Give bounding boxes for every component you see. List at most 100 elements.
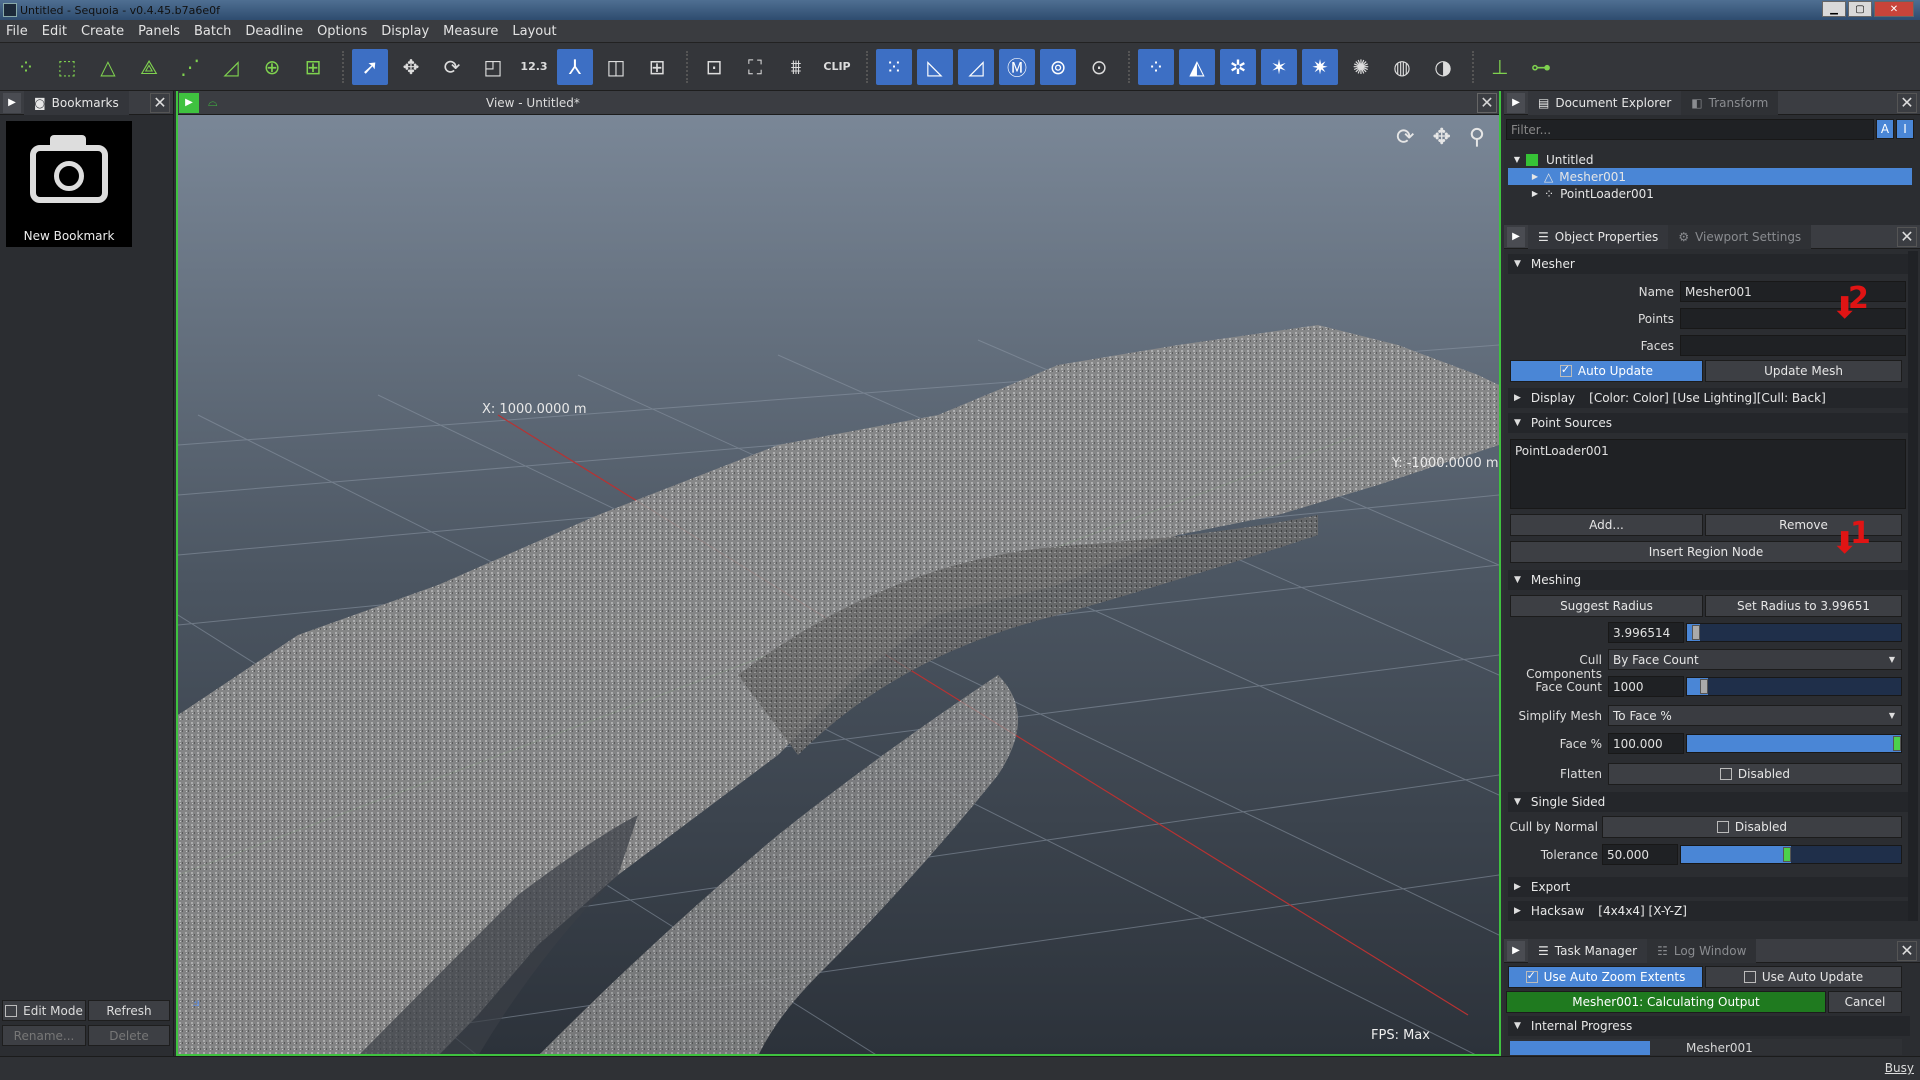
display-section-header[interactable]: ▶ Display [Color: Color] [Use Lighting][Cu… bbox=[1508, 388, 1910, 408]
point-sources-section-header[interactable]: ▼ Point Sources bbox=[1508, 413, 1910, 433]
face-count-slider[interactable] bbox=[1686, 677, 1902, 696]
close-icon[interactable]: ✕ bbox=[1897, 940, 1917, 961]
scene-canvas[interactable] bbox=[178, 115, 1499, 1056]
radius-slider[interactable] bbox=[1686, 623, 1902, 642]
delete-button[interactable]: Delete bbox=[88, 1025, 170, 1046]
edit-mode-checkbox[interactable]: Edit Mode bbox=[2, 1000, 86, 1021]
slider-thumb[interactable] bbox=[1691, 625, 1700, 640]
slider-thumb[interactable] bbox=[1893, 736, 1901, 751]
menu-edit[interactable]: Edit bbox=[42, 24, 67, 39]
panel-toggle-icon[interactable]: ▶ bbox=[1507, 940, 1525, 961]
mesher-icon[interactable]: △ bbox=[90, 49, 126, 85]
sparkle-mode-icon[interactable]: ✲ bbox=[1220, 48, 1256, 85]
region-icon[interactable]: ⊥ bbox=[1482, 49, 1518, 85]
export-section-header[interactable]: ▶ Export bbox=[1508, 877, 1910, 897]
tree-icon[interactable]: ⊞ bbox=[295, 49, 331, 85]
cull-by-normal-toggle[interactable]: Disabled bbox=[1602, 816, 1902, 838]
tree-item-pointloader001[interactable]: ▶ ⁘ PointLoader001 bbox=[1508, 185, 1912, 202]
orbit-icon[interactable]: ⟳ bbox=[1396, 125, 1414, 150]
tab-object-properties[interactable]: ☰ Object Properties bbox=[1528, 224, 1669, 249]
box-icon[interactable]: ◫ bbox=[598, 49, 634, 85]
light-icon[interactable]: ✺ bbox=[1343, 49, 1379, 85]
clip-icon[interactable]: CLIP bbox=[819, 49, 855, 85]
grid-icon[interactable]: ⊞ bbox=[639, 49, 675, 85]
face-percent-slider[interactable] bbox=[1686, 734, 1902, 753]
point-display-icon[interactable]: ⁙ bbox=[876, 48, 912, 85]
add-icon[interactable]: ⊕ bbox=[254, 49, 290, 85]
tab-log-window[interactable]: ☷ Log Window bbox=[1647, 938, 1757, 963]
add-node-icon[interactable]: ⊶ bbox=[1523, 49, 1559, 85]
cull-components-dropdown[interactable]: By Face Count bbox=[1608, 649, 1902, 670]
face-count-field[interactable]: 1000 bbox=[1608, 676, 1684, 697]
filter-icon[interactable]: ⋰ bbox=[172, 49, 208, 85]
menu-deadline[interactable]: Deadline bbox=[245, 24, 303, 39]
menu-panels[interactable]: Panels bbox=[138, 24, 180, 39]
pan-icon[interactable]: ✥ bbox=[1432, 125, 1450, 150]
minimize-button[interactable]: ▁ bbox=[1822, 1, 1846, 17]
snapshot-icon[interactable]: ⊙ bbox=[1081, 49, 1117, 85]
cancel-task-button[interactable]: Cancel bbox=[1828, 991, 1902, 1013]
mesh-icon[interactable]: ⟁ bbox=[131, 49, 167, 85]
point-sources-list[interactable]: PointLoader001 bbox=[1510, 439, 1906, 509]
camera-icon[interactable]: ⛶ bbox=[737, 49, 773, 85]
measure-icon[interactable]: 12.3 bbox=[516, 49, 552, 85]
remove-source-button[interactable]: Remove bbox=[1705, 514, 1902, 536]
object-display-icon[interactable]: ⊚ bbox=[1040, 48, 1076, 85]
suggest-radius-button[interactable]: Suggest Radius bbox=[1510, 595, 1703, 617]
mesher-display-icon[interactable]: Ⓜ bbox=[999, 48, 1035, 85]
focus-icon[interactable]: ⊡ bbox=[696, 49, 732, 85]
use-auto-update-toggle[interactable]: Use Auto Update bbox=[1705, 966, 1902, 988]
refresh-button[interactable]: Refresh bbox=[88, 1000, 170, 1021]
rotate-icon[interactable]: ⟳ bbox=[434, 49, 470, 85]
close-window-button[interactable]: ✕ bbox=[1874, 1, 1914, 17]
cut-display-icon[interactable]: ◿ bbox=[958, 48, 994, 85]
axis-icon[interactable]: ⅄ bbox=[557, 48, 593, 85]
tolerance-field[interactable]: 50.000 bbox=[1602, 844, 1678, 865]
tab-viewport-settings[interactable]: ⚙ Viewport Settings bbox=[1668, 224, 1812, 249]
name-field[interactable]: Mesher001 bbox=[1680, 281, 1906, 302]
filter-type-icon[interactable]: I bbox=[1896, 119, 1914, 139]
list-item[interactable]: PointLoader001 bbox=[1515, 444, 1609, 458]
tab-bookmarks[interactable]: ◙ Bookmarks bbox=[24, 90, 129, 115]
star-mode-icon[interactable]: ✶ bbox=[1261, 48, 1297, 85]
tolerance-slider[interactable] bbox=[1680, 845, 1902, 864]
tab-task-manager[interactable]: ☰ Task Manager bbox=[1528, 938, 1648, 963]
menu-measure[interactable]: Measure bbox=[443, 24, 498, 39]
new-bookmark[interactable]: New Bookmark bbox=[6, 121, 132, 247]
tab-transform[interactable]: ◧ Transform bbox=[1681, 90, 1779, 115]
points-mode-icon[interactable]: ⁘ bbox=[1138, 48, 1174, 85]
simplify-mesh-dropdown[interactable]: To Face % bbox=[1608, 705, 1902, 726]
update-mesh-button[interactable]: Update Mesh bbox=[1705, 360, 1902, 382]
tab-document-explorer[interactable]: ▤ Document Explorer bbox=[1528, 90, 1682, 115]
3d-viewport[interactable]: ⟳ ✥ ⚲ X: 1000.0000 m Y: -1000.0000 m FPS… bbox=[176, 91, 1501, 1056]
tree-item-mesher001[interactable]: ▶ △ Mesher001 bbox=[1508, 168, 1912, 185]
single-sided-section-header[interactable]: ▼ Single Sided bbox=[1508, 792, 1910, 812]
auto-update-toggle[interactable]: Auto Update bbox=[1510, 360, 1703, 382]
slider-thumb[interactable] bbox=[1700, 679, 1709, 694]
menu-display[interactable]: Display bbox=[381, 24, 429, 39]
menu-file[interactable]: File bbox=[6, 24, 28, 39]
light-mode-icon[interactable]: ✷ bbox=[1302, 48, 1338, 85]
hacksaw-section-header[interactable]: ▶ Hacksaw [4x4x4] [X-Y-Z] bbox=[1508, 901, 1910, 921]
close-icon[interactable]: ✕ bbox=[1897, 92, 1917, 113]
case-sensitive-icon[interactable]: A bbox=[1876, 119, 1894, 139]
menu-create[interactable]: Create bbox=[81, 24, 124, 39]
faces-mode-icon[interactable]: ◭ bbox=[1179, 48, 1215, 85]
meshing-section-header[interactable]: ▼ Meshing bbox=[1508, 570, 1910, 590]
close-icon[interactable]: ✕ bbox=[1897, 226, 1917, 247]
properties-scrollbar[interactable] bbox=[1908, 251, 1918, 921]
sphere-icon[interactable]: ◍ bbox=[1384, 49, 1420, 85]
close-icon[interactable]: ✕ bbox=[150, 92, 170, 113]
zoom-icon[interactable]: ⚲ bbox=[1469, 125, 1485, 150]
radius-field[interactable]: 3.996514 bbox=[1608, 622, 1684, 643]
rename-button[interactable]: Rename... bbox=[2, 1025, 86, 1046]
menu-options[interactable]: Options bbox=[317, 24, 367, 39]
cut-icon[interactable]: ◿ bbox=[213, 49, 249, 85]
move-icon[interactable]: ✥ bbox=[393, 49, 429, 85]
internal-progress-section-header[interactable]: ▼ Internal Progress bbox=[1508, 1016, 1910, 1036]
panel-toggle-icon[interactable]: ▶ bbox=[1507, 226, 1525, 247]
filter-input[interactable]: Filter... bbox=[1506, 119, 1874, 140]
mesher-section-header[interactable]: ▼ Mesher bbox=[1508, 254, 1910, 274]
select-icon[interactable]: ➚ bbox=[352, 48, 388, 85]
tree-item-untitled[interactable]: ▼ Untitled bbox=[1508, 151, 1912, 168]
